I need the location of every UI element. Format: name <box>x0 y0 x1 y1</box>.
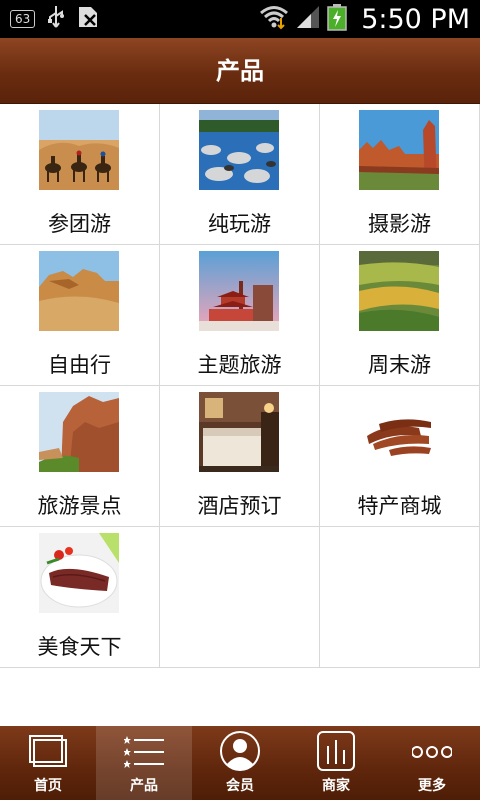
home-icon <box>28 730 68 772</box>
grid-empty-cell <box>320 527 480 667</box>
camel-desert-photo <box>39 110 119 190</box>
grid-item-pure-tour[interactable]: 纯玩游 <box>160 104 320 244</box>
river-rocks-photo <box>199 110 279 190</box>
grid-item-label: 自由行 <box>48 353 111 377</box>
nav-label: 产品 <box>130 778 158 794</box>
nav-label: 会员 <box>226 778 254 794</box>
signal-icon <box>295 4 321 34</box>
grid-item-label: 纯玩游 <box>208 212 271 236</box>
merchant-icon <box>316 730 356 772</box>
green-valley-photo <box>359 251 439 331</box>
grid-item-free-travel[interactable]: 自由行 <box>0 245 160 385</box>
canyon-cliff-photo <box>39 392 119 472</box>
status-bar-right: 5:50 PM <box>259 3 470 35</box>
wifi-icon <box>259 4 289 34</box>
grid-empty-cell <box>160 527 320 667</box>
nav-home[interactable]: 首页 <box>0 726 96 800</box>
battery-charging-icon <box>327 3 347 35</box>
nav-member[interactable]: 会员 <box>192 726 288 800</box>
status-bar: 63 5:50 PM <box>0 0 480 38</box>
grid-item-label: 美食天下 <box>37 635 122 659</box>
grid-item-label: 主题旅游 <box>197 353 282 377</box>
grid-item-label: 酒店预订 <box>197 494 282 518</box>
nav-merchant[interactable]: 商家 <box>288 726 384 800</box>
grid-item-label: 周末游 <box>368 353 431 377</box>
title-bar: 产品 <box>0 38 480 104</box>
notification-count-badge: 63 <box>10 10 36 28</box>
grid-row: 参团游 纯玩游 摄影游 <box>0 104 480 245</box>
usb-icon <box>47 5 65 33</box>
sandstone-formation-photo <box>39 251 119 331</box>
grid-item-theme-travel[interactable]: 主题旅游 <box>160 245 320 385</box>
list-icon <box>123 730 164 772</box>
dried-meat-photo <box>359 392 439 472</box>
sim-icon <box>77 5 99 33</box>
grid-item-label: 旅游景点 <box>37 494 122 518</box>
member-icon <box>220 730 260 772</box>
more-icon <box>411 730 453 772</box>
bottom-nav: 首页 产品 会员 商家 更多 <box>0 726 480 800</box>
grid-item-label: 参团游 <box>48 212 111 236</box>
grid-row: 旅游景点 酒店预订 特产商城 <box>0 386 480 527</box>
grid-item-scenic-spots[interactable]: 旅游景点 <box>0 386 160 526</box>
nav-label: 更多 <box>418 778 446 794</box>
nav-label: 首页 <box>34 778 62 794</box>
grid-item-weekend-tour[interactable]: 周末游 <box>320 245 480 385</box>
grid-item-group-tour[interactable]: 参团游 <box>0 104 160 244</box>
nav-more[interactable]: 更多 <box>384 726 480 800</box>
grid-item-photo-tour[interactable]: 摄影游 <box>320 104 480 244</box>
grid-row: 自由行 主题旅游 周末游 <box>0 245 480 386</box>
nav-label: 商家 <box>322 778 350 794</box>
grid-item-label: 特产商城 <box>357 494 442 518</box>
grid-item-specialty-mall[interactable]: 特产商城 <box>320 386 480 526</box>
nav-products[interactable]: 产品 <box>96 726 192 800</box>
sliced-meat-dish-photo <box>39 533 119 613</box>
pavilion-photo <box>199 251 279 331</box>
page-title: 产品 <box>216 57 264 85</box>
grid-row: 美食天下 <box>0 527 480 668</box>
hotel-room-photo <box>199 392 279 472</box>
grid-item-label: 摄影游 <box>368 212 431 236</box>
grid-item-hotel-booking[interactable]: 酒店预订 <box>160 386 320 526</box>
red-rock-cliffs-photo <box>359 110 439 190</box>
grid-item-food[interactable]: 美食天下 <box>0 527 160 667</box>
clock: 5:50 PM <box>361 3 470 35</box>
status-bar-left: 63 <box>10 6 99 32</box>
product-grid: 参团游 纯玩游 摄影游 自由行 主题旅游 周末游 旅游景点 酒店预订 特产商城 … <box>0 104 480 668</box>
